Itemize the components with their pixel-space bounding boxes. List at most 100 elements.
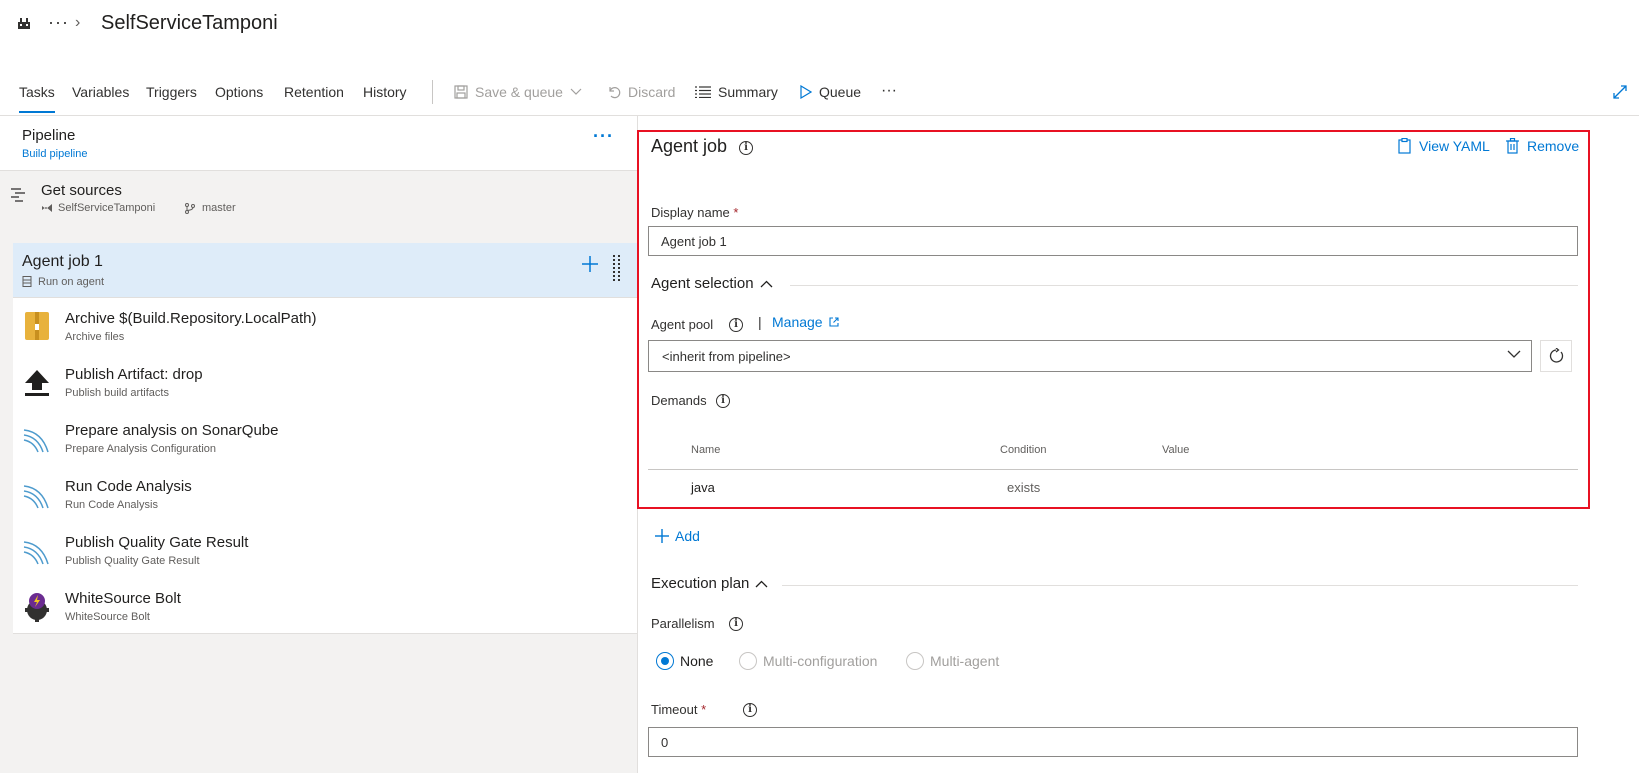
breadcrumb-chevron-icon: ›	[75, 14, 81, 31]
queue-button[interactable]: Queue	[800, 84, 861, 100]
discard-button[interactable]: Discard	[607, 84, 675, 100]
radio-dot	[906, 652, 924, 670]
demands-column-name[interactable]: Name	[691, 444, 720, 456]
play-icon	[800, 85, 812, 99]
discard-label: Discard	[628, 84, 676, 100]
info-icon[interactable]: i	[743, 703, 757, 717]
agent-pool-select[interactable]: <inherit from pipeline>	[648, 340, 1532, 372]
display-name-label: Display name *	[651, 205, 739, 220]
plus-icon	[655, 529, 669, 543]
remove-button[interactable]: Remove	[1506, 138, 1579, 154]
tab-options[interactable]: Options	[215, 84, 263, 100]
queue-label: Queue	[819, 84, 862, 100]
info-icon[interactable]: i	[729, 617, 743, 631]
add-demand-button[interactable]: Add	[655, 528, 700, 544]
task-subtitle: WhiteSource Bolt	[65, 611, 150, 623]
parallelism-multi-configuration-radio[interactable]: Multi-configuration	[739, 652, 877, 670]
page-title: SelfServiceTamponi	[101, 12, 278, 34]
chevron-up-icon	[760, 280, 773, 287]
save-queue-label: Save & queue	[475, 84, 563, 100]
task-subtitle: Prepare Analysis Configuration	[65, 443, 217, 455]
agent-job-title: Agent job 1	[22, 253, 103, 270]
trash-icon	[1506, 138, 1519, 154]
add-task-icon[interactable]	[581, 255, 599, 273]
parallelism-multi-agent-radio[interactable]: Multi-agent	[906, 652, 999, 670]
tab-retention[interactable]: Retention	[284, 84, 344, 100]
parallelism-none-radio[interactable]: None	[656, 652, 713, 670]
task-row-prepare-sonarqube[interactable]: Prepare analysis on SonarQube Prepare An…	[13, 410, 637, 466]
chevron-down-icon	[1507, 350, 1521, 358]
task-row-run-code-analysis[interactable]: Run Code Analysis Run Code Analysis	[13, 466, 637, 522]
tab-triggers[interactable]: Triggers	[146, 84, 197, 100]
get-sources-repo: SelfServiceTamponi	[58, 202, 156, 214]
get-sources-branch: master	[202, 202, 236, 214]
info-icon[interactable]: i	[739, 141, 753, 155]
pipeline-toolbar: Tasks Variables Triggers Options Retenti…	[0, 72, 1639, 116]
server-icon	[22, 276, 32, 287]
agent-pool-value: <inherit from pipeline>	[662, 349, 791, 364]
execution-plan-label: Execution plan	[651, 575, 750, 592]
external-link-icon	[829, 317, 839, 327]
upload-arrow-icon	[25, 370, 49, 396]
chevron-up-icon	[755, 580, 768, 587]
save-icon	[454, 85, 468, 99]
toolbar-more-button[interactable]: ···	[881, 82, 897, 100]
task-subtitle: Run Code Analysis	[65, 499, 158, 511]
sonarqube-icon	[23, 485, 49, 509]
display-name-input[interactable]: Agent job 1	[648, 226, 1578, 256]
sonarqube-icon	[23, 541, 49, 565]
radio-label: Multi-configuration	[763, 653, 878, 669]
separator-bar: |	[758, 314, 762, 330]
tab-variables[interactable]: Variables	[72, 84, 129, 100]
radio-dot	[739, 652, 757, 670]
undo-icon	[609, 87, 621, 99]
task-subtitle: Publish Quality Gate Result	[65, 555, 200, 567]
drag-handle-icon[interactable]	[613, 255, 621, 283]
timeout-input[interactable]: 0	[648, 727, 1578, 757]
radio-dot	[656, 652, 674, 670]
agent-job-row[interactable]: Agent job 1 Run on agent	[13, 243, 637, 298]
details-title: Agent job	[651, 136, 728, 156]
task-row-whitesource[interactable]: WhiteSource Bolt WhiteSource Bolt	[13, 578, 637, 634]
demand-condition-cell[interactable]: exists	[1007, 480, 1040, 495]
task-list: Agent job 1 Run on agent Archive $(Build…	[13, 243, 637, 634]
pipeline-more-button[interactable]: ···	[593, 126, 614, 147]
execution-plan-section-toggle[interactable]: Execution plan	[651, 575, 768, 592]
demands-column-value[interactable]: Value	[1162, 444, 1189, 456]
expand-icon[interactable]	[1612, 84, 1628, 100]
save-queue-button[interactable]: Save & queue	[454, 84, 582, 100]
get-sources-icon	[11, 188, 25, 202]
task-subtitle: Publish build artifacts	[65, 387, 169, 399]
tab-tasks[interactable]: Tasks	[19, 84, 55, 113]
task-name: Archive $(Build.Repository.LocalPath)	[65, 310, 317, 327]
radio-label: Multi-agent	[930, 653, 1000, 669]
manage-link[interactable]: Manage	[772, 314, 839, 330]
task-subtitle: Archive files	[65, 331, 125, 343]
agent-job-subtitle: Run on agent	[38, 276, 105, 288]
summary-label: Summary	[718, 84, 778, 100]
demand-name-cell[interactable]: java	[691, 480, 715, 495]
radio-label: None	[680, 653, 714, 669]
get-sources-title: Get sources	[41, 182, 122, 199]
demands-column-condition[interactable]: Condition	[1000, 444, 1046, 456]
refresh-button[interactable]	[1540, 340, 1572, 372]
info-icon[interactable]: i	[716, 394, 730, 408]
section-divider	[782, 585, 1578, 586]
view-yaml-button[interactable]: View YAML	[1398, 138, 1490, 154]
remove-label: Remove	[1527, 138, 1580, 154]
tab-history[interactable]: History	[363, 84, 407, 100]
summary-button[interactable]: Summary	[695, 84, 778, 100]
pipeline-header[interactable]: Pipeline Build pipeline ···	[0, 116, 637, 171]
task-row-quality-gate[interactable]: Publish Quality Gate Result Publish Qual…	[13, 522, 637, 578]
agent-selection-section-toggle[interactable]: Agent selection	[651, 275, 773, 292]
page-header: ··· › SelfServiceTamponi	[0, 0, 1639, 56]
pipeline-subtitle: Build pipeline	[22, 148, 88, 160]
task-row-publish-artifact[interactable]: Publish Artifact: drop Publish build art…	[13, 354, 637, 410]
breadcrumb-more-button[interactable]: ···	[48, 12, 69, 33]
refresh-icon	[1549, 348, 1564, 363]
table-header-divider	[648, 469, 1578, 470]
task-row-archive[interactable]: Archive $(Build.Repository.LocalPath) Ar…	[13, 298, 637, 354]
toolbar-divider	[432, 80, 433, 104]
list-icon	[695, 86, 711, 98]
info-icon[interactable]: i	[729, 318, 743, 332]
